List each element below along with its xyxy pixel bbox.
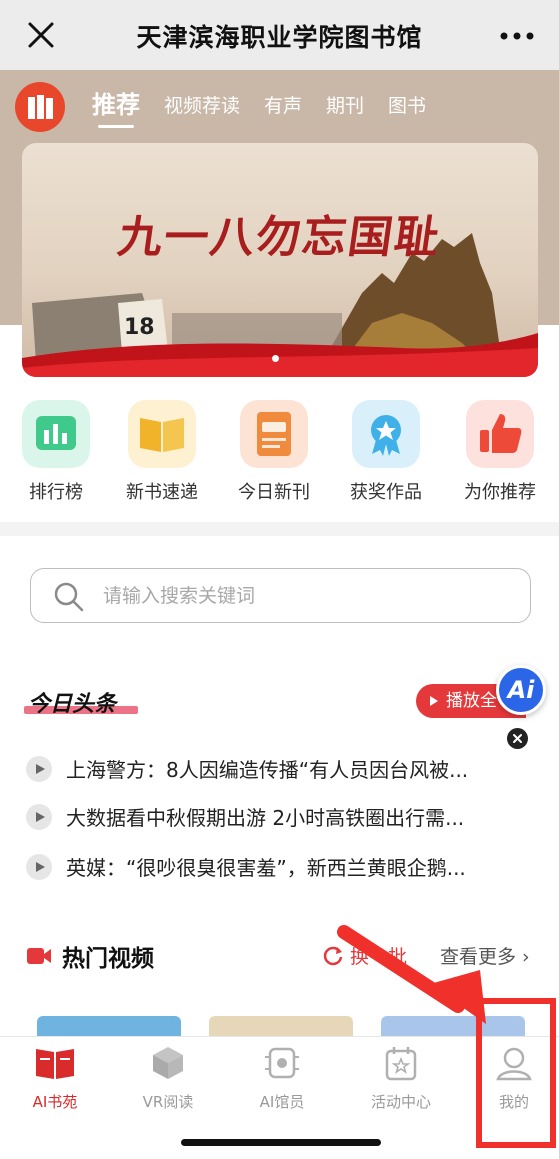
title-bar: 天津滨海职业学院图书馆 bbox=[0, 0, 559, 70]
entry-label: 今日新刊 bbox=[238, 482, 310, 503]
category-tabs: 推荐 视频荐读 有声 期刊 图书 bbox=[92, 84, 450, 128]
search-input[interactable] bbox=[103, 577, 513, 615]
tab-label: AI书苑 bbox=[32, 1093, 78, 1111]
tab-activity-center[interactable]: 活动中心 bbox=[351, 1045, 451, 1112]
tab-ai-library[interactable]: AI书苑 bbox=[5, 1045, 105, 1112]
entry-label: 排行榜 bbox=[29, 482, 83, 503]
books-logo-icon bbox=[28, 95, 53, 119]
award-icon bbox=[352, 400, 420, 468]
entry-label: 获奖作品 bbox=[350, 482, 422, 503]
new-journal-icon bbox=[240, 400, 308, 468]
news-title: 英媒：“很吵很臭很害羞”，新西兰黄眼企鹅... bbox=[66, 856, 466, 880]
play-icon[interactable] bbox=[26, 756, 52, 782]
play-icon[interactable] bbox=[26, 804, 52, 830]
entry-label: 新书速递 bbox=[126, 482, 198, 503]
close-icon[interactable] bbox=[507, 728, 528, 749]
tab-books[interactable]: 图书 bbox=[388, 91, 426, 128]
headline-section-title: 今日头条 bbox=[28, 692, 117, 717]
quick-entry-grid: 排行榜 新书速递 今日新刊 获奖作品 为你推荐 bbox=[0, 400, 559, 510]
play-icon[interactable] bbox=[26, 854, 52, 880]
entry-award-works[interactable]: 获奖作品 bbox=[330, 400, 442, 504]
thumbs-up-icon bbox=[466, 400, 534, 468]
entry-label: 为你推荐 bbox=[464, 482, 536, 503]
section-divider bbox=[0, 522, 559, 536]
tab-label: AI馆员 bbox=[259, 1093, 305, 1111]
ai-assistant-button[interactable]: Ai bbox=[496, 665, 546, 715]
news-title: 上海警方：8人因编造传播“有人员因台风被... bbox=[66, 758, 469, 782]
open-book-icon bbox=[128, 400, 196, 468]
tab-label: 活动中心 bbox=[370, 1093, 431, 1111]
hero-banner[interactable]: 九一八勿忘国耻 18 bbox=[22, 143, 538, 377]
ranking-icon bbox=[22, 400, 90, 468]
list-item[interactable]: 大数据看中秋假期出游 2小时高铁圈出行需... bbox=[26, 800, 526, 836]
more-icon[interactable] bbox=[497, 26, 537, 46]
close-icon[interactable] bbox=[26, 20, 56, 50]
entry-new-books[interactable]: 新书速递 bbox=[106, 400, 218, 504]
tab-label: VR阅读 bbox=[142, 1093, 194, 1111]
annotation-highlight-box bbox=[476, 998, 556, 1148]
news-title: 大数据看中秋假期出游 2小时高铁圈出行需... bbox=[66, 806, 465, 830]
hot-videos-title: 热门视频 bbox=[62, 946, 154, 972]
video-camera-icon bbox=[27, 948, 51, 964]
calendar-badge: 18 bbox=[124, 315, 155, 340]
page-title: 天津滨海职业学院图书馆 bbox=[136, 23, 423, 52]
calendar-star-icon bbox=[385, 1047, 417, 1081]
app-logo bbox=[15, 82, 65, 132]
tab-audio[interactable]: 有声 bbox=[264, 91, 302, 128]
entry-new-journals[interactable]: 今日新刊 bbox=[218, 400, 330, 504]
home-indicator bbox=[181, 1139, 381, 1146]
list-item[interactable]: 上海警方：8人因编造传播“有人员因台风被... bbox=[26, 752, 526, 788]
search-icon bbox=[54, 582, 84, 612]
entry-ranking[interactable]: 排行榜 bbox=[0, 400, 112, 504]
cube-icon bbox=[153, 1047, 183, 1079]
annotation-arrow-icon bbox=[337, 925, 486, 1024]
tab-recommend[interactable]: 推荐 bbox=[92, 85, 140, 128]
tab-journals[interactable]: 期刊 bbox=[326, 91, 364, 128]
search-box[interactable] bbox=[30, 568, 531, 623]
tab-video-reading[interactable]: 视频荐读 bbox=[164, 91, 240, 128]
chevron-right-icon: › bbox=[516, 946, 530, 968]
banner-title: 九一八勿忘国耻 bbox=[114, 212, 444, 263]
tab-vr-reading[interactable]: VR阅读 bbox=[118, 1045, 218, 1112]
entry-recommended[interactable]: 为你推荐 bbox=[444, 400, 556, 504]
chip-icon bbox=[265, 1047, 299, 1079]
list-item[interactable]: 英媒：“很吵很臭很害羞”，新西兰黄眼企鹅... bbox=[26, 850, 526, 886]
book-icon bbox=[36, 1049, 74, 1079]
carousel-indicator bbox=[272, 355, 279, 362]
tab-ai-librarian[interactable]: AI馆员 bbox=[232, 1045, 332, 1112]
